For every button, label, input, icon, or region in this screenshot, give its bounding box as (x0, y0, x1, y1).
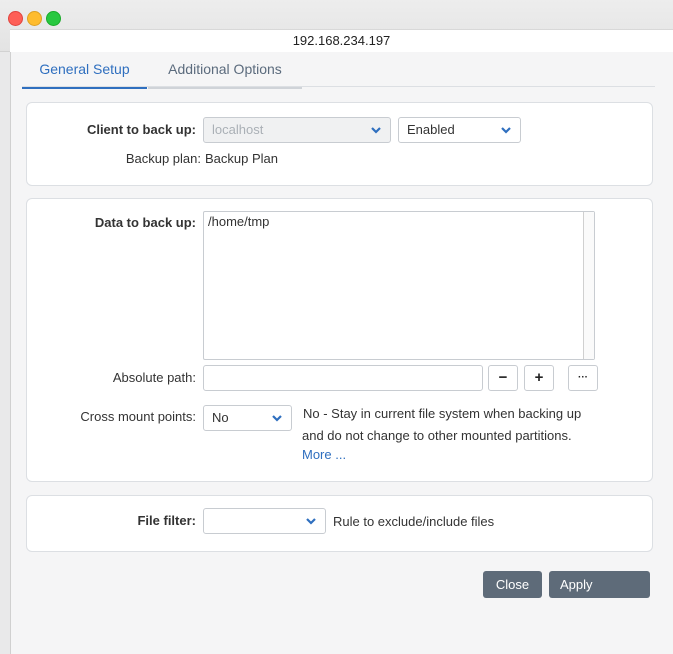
data-label: Data to back up: (94, 215, 196, 230)
filter-panel: File filter: Rule to exclude/include fil… (26, 495, 653, 552)
chevron-down-icon (272, 415, 282, 422)
chevron-down-icon (306, 518, 316, 525)
absolute-path-label: Absolute path: (112, 370, 196, 385)
cross-mount-description-line2: and do not change to other mounted parti… (302, 428, 572, 443)
remove-path-button[interactable]: − (488, 365, 518, 391)
tab-additional-options[interactable]: Additional Options (148, 54, 302, 89)
more-link[interactable]: More ... (302, 445, 346, 465)
cross-mount-select[interactable]: No (203, 405, 292, 431)
address-bar: 192.168.234.197 (10, 29, 673, 52)
backup-plan-label: Backup plan: (125, 151, 201, 166)
file-filter-label: File filter: (137, 513, 196, 528)
client-state-value: Enabled (407, 122, 455, 137)
data-panel: Data to back up: /home/tmp Absolute path… (26, 198, 653, 482)
browse-path-button[interactable]: ··· (568, 365, 598, 391)
data-paths-text: /home/tmp (208, 214, 270, 229)
client-state-select[interactable]: Enabled (398, 117, 521, 143)
client-label: Client to back up: (86, 122, 196, 137)
close-button[interactable]: Close (483, 571, 542, 598)
add-path-button[interactable]: + (524, 365, 554, 391)
file-filter-select[interactable] (203, 508, 326, 534)
close-window-icon[interactable] (8, 11, 23, 26)
backup-plan-value: Backup Plan (205, 151, 278, 166)
file-filter-description: Rule to exclude/include files (333, 514, 495, 529)
tab-divider (22, 86, 655, 87)
minimize-window-icon[interactable] (27, 11, 42, 26)
client-host-select: localhost (203, 117, 391, 143)
absolute-path-input[interactable] (203, 365, 483, 391)
chevron-down-icon (371, 127, 381, 134)
cross-mount-label: Cross mount points: (80, 409, 196, 424)
data-paths-textarea[interactable]: /home/tmp (203, 211, 595, 360)
client-panel: Client to back up: localhost Enabled Bac… (26, 102, 653, 186)
chevron-down-icon (501, 127, 511, 134)
cross-mount-description-line1: No - Stay in current file system when ba… (303, 406, 582, 421)
textarea-scrollbar[interactable] (583, 212, 594, 359)
tab-general-setup[interactable]: General Setup (22, 54, 147, 89)
apply-button[interactable]: Apply (549, 571, 650, 598)
client-host-value: localhost (212, 122, 264, 137)
zoom-window-icon[interactable] (46, 11, 61, 26)
cross-mount-value: No (212, 410, 229, 425)
